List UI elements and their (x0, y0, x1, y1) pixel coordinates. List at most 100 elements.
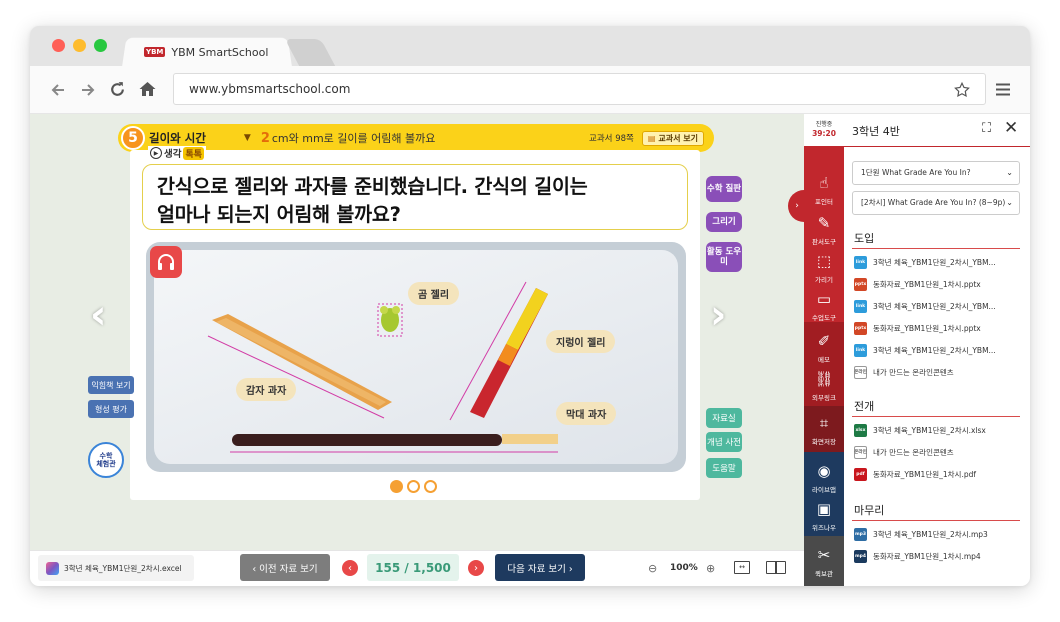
memo-icon: ✐ (817, 332, 831, 350)
live-icon: ◉ (817, 462, 831, 480)
minimize-window-dot[interactable] (73, 39, 86, 52)
chat-icon: ▣ (816, 500, 832, 518)
pointer-hand-icon: ☝ (819, 174, 829, 192)
material-item[interactable]: mp3 3학년 체육_YBM1단원_2차시.mp3 (854, 526, 988, 542)
mp4-file-icon: mp4 (854, 549, 867, 563)
menu-icon[interactable] (996, 83, 1010, 96)
material-item[interactable]: link 3학년 체육_YBM1단원_2차시_YBM... (854, 254, 996, 270)
pptx-file-icon: pptx (854, 321, 867, 335)
close-window-dot[interactable] (52, 39, 65, 52)
material-item[interactable]: pptx 동화자료_YBM1단원_1차시.pptx (854, 320, 981, 336)
external-link-tool[interactable]: ⛓ 외부링크 (804, 362, 844, 408)
page-reference: 교과서 98쪽 (589, 134, 634, 144)
material-item-label: 내가 만드는 온라인콘텐츠 (873, 447, 954, 457)
lesson-stage: 5 길이와 시간 ▼ 2 cm와 mm로 길이를 어림해 볼까요 교과서 98쪽… (30, 114, 804, 586)
xlsx-file-icon: xlsx (854, 423, 867, 437)
question-line-1: 간식으로 젤리와 과자를 준비했습니다. 간식의 길이는 (157, 175, 588, 198)
material-item-label: 3학년 체육_YBM1단원_2차시.xlsx (873, 425, 986, 435)
material-item-label: 3학년 체육_YBM1단원_2차시_YBM... (873, 345, 996, 355)
material-item[interactable]: 온라인 내가 만드는 온라인콘텐츠 (854, 444, 954, 460)
unit-title: 길이와 시간 (149, 131, 206, 145)
home-icon[interactable] (138, 80, 157, 98)
material-item[interactable]: link 3학년 체육_YBM1단원_2차시_YBM... (854, 342, 996, 358)
ybm-logo-icon: YBM (144, 47, 166, 57)
workbook-button[interactable]: 익힘책 보기 (88, 376, 134, 394)
back-arrow-icon[interactable] (50, 82, 66, 98)
concept-dictionary-button[interactable]: 개념 사전 (706, 432, 742, 452)
section-title: 도입 (854, 232, 875, 245)
maximize-window-dot[interactable] (94, 39, 107, 52)
reload-icon[interactable] (109, 81, 126, 98)
material-panel: 3학년 4반 ⛶ ✕ 1단원 What Grade Are You In? ⌄ [… (844, 114, 1030, 586)
unit-select[interactable]: 1단원 What Grade Are You In? ⌄ (852, 161, 1020, 185)
sub-title: cm와 mm로 길이를 어림해 볼까요 (271, 132, 436, 145)
monitor-icon: ▭ (816, 290, 832, 308)
slide-dot-3[interactable] (424, 480, 437, 493)
section-divider (852, 520, 1020, 521)
zoom-out-icon[interactable]: ⊖ (648, 562, 657, 575)
material-item[interactable]: mp4 동화자료_YBM1단원_1차시.mp4 (854, 548, 981, 564)
chevron-down-icon: ⌄ (1006, 168, 1013, 177)
star-icon[interactable] (953, 81, 971, 99)
screen-capture-tool[interactable]: ⌗ 화면저장 (804, 406, 844, 452)
stick-snack (230, 434, 558, 453)
resource-room-button[interactable]: 자료실 (706, 408, 742, 428)
zoom-level: 100% (670, 563, 698, 573)
activity-helper-button[interactable]: 활동 도우미 (706, 242, 742, 272)
prev-material-button[interactable]: ‹ 이전 자료 보기 (240, 554, 330, 581)
material-item-label: 동화자료_YBM1단원_1차시.pptx (873, 323, 981, 333)
material-item[interactable]: link 3학년 체육_YBM1단원_2차시_YBM... (854, 298, 996, 314)
capture-icon: ⌗ (819, 414, 829, 432)
page-counter: 155 / 1,500 (367, 554, 459, 581)
current-file[interactable]: 3학년 체육_YBM1단원_2차시.excel (38, 555, 194, 581)
content-card: ▶ 생각 톡톡 간식으로 젤리와 과자를 준비했습니다. 간식의 길이는 얼마나… (130, 146, 700, 500)
next-slide-arrow[interactable]: › (710, 292, 726, 338)
math-board-button[interactable]: 수학 질판 (706, 176, 742, 202)
forward-arrow-icon[interactable] (80, 82, 96, 98)
math-experience-badge[interactable]: 수학 체험관 (88, 442, 124, 478)
material-item[interactable]: xlsx 3학년 체육_YBM1단원_2차시.xlsx (854, 422, 986, 438)
close-panel-icon[interactable]: ✕ (1004, 118, 1018, 138)
browser-window: YBM YBM SmartSchool × www.ybmsmartschool… (30, 26, 1030, 586)
assessment-button[interactable]: 형성 평가 (88, 400, 134, 418)
question-line-2: 얼마나 되는지 어림해 볼까요? (157, 203, 401, 226)
tool-sidebar: 진행중 39:20 › ☝ 포인터 ✎ 판서도구 ⬚ 가리기 ▭ 수업도구 ✐ 메모 ⛓ 외… (788, 114, 844, 586)
worm-jelly (449, 281, 548, 421)
dropdown-icon[interactable]: ▼ (244, 133, 251, 143)
url-input[interactable]: www.ybmsmartschool.com (173, 73, 986, 105)
section-divider (852, 248, 1020, 249)
next-page-icon[interactable]: › (468, 560, 484, 576)
pdf-file-icon: pdf (854, 467, 867, 481)
fullscreen-icon[interactable]: ⛶ (982, 121, 991, 136)
label-worm-jelly: 지렁이 젤리 (546, 330, 616, 353)
unit-number-badge: 5 (121, 126, 145, 150)
lesson-select[interactable]: [2차시] What Grade Are You In? (8~9p) ⌄ (852, 191, 1020, 215)
material-item[interactable]: pdf 동화자료_YBM1단원_1차시.pdf (854, 466, 976, 482)
mine-file-icon: 온라인 (854, 365, 867, 379)
think-label: ▶ 생각 톡톡 (148, 146, 207, 160)
quick-save-tool[interactable]: ✂ 퀵보관 (804, 538, 844, 584)
book-icon: ▤ (647, 133, 656, 143)
timer: 진행중 39:20 (804, 114, 844, 146)
next-material-button[interactable]: 다음 자료 보기 › (495, 554, 585, 581)
prev-page-icon[interactable]: ‹ (342, 560, 358, 576)
help-button[interactable]: 도움말 (706, 458, 742, 478)
drawing-button[interactable]: 그리기 (706, 212, 742, 232)
textbook-button[interactable]: ▤ 교과서 보기 (641, 130, 704, 146)
zoom-in-icon[interactable]: ⊕ (706, 562, 715, 575)
material-item-label: 동화자료_YBM1단원_1차시.pptx (873, 279, 981, 289)
slide-dot-1[interactable] (390, 480, 403, 493)
link-file-icon: link (854, 255, 867, 269)
link-icon: ⛓ (814, 370, 834, 388)
slide-dot-2[interactable] (407, 480, 420, 493)
play-circle-icon: ▶ (150, 147, 162, 159)
material-item[interactable]: 온라인 내가 만드는 온라인콘텐츠 (854, 364, 954, 380)
audio-button[interactable] (150, 246, 182, 278)
link-file-icon: link (854, 343, 867, 357)
material-item[interactable]: pptx 동화자료_YBM1단원_1차시.pptx (854, 276, 981, 292)
two-page-view-icon[interactable] (766, 561, 786, 574)
prev-slide-arrow[interactable]: ‹ (90, 292, 106, 338)
quiz-now-tool[interactable]: ▣ 위즈나우 (804, 492, 844, 538)
mp3-file-icon: mp3 (854, 527, 867, 541)
fit-width-icon[interactable]: ↔ (734, 561, 750, 574)
